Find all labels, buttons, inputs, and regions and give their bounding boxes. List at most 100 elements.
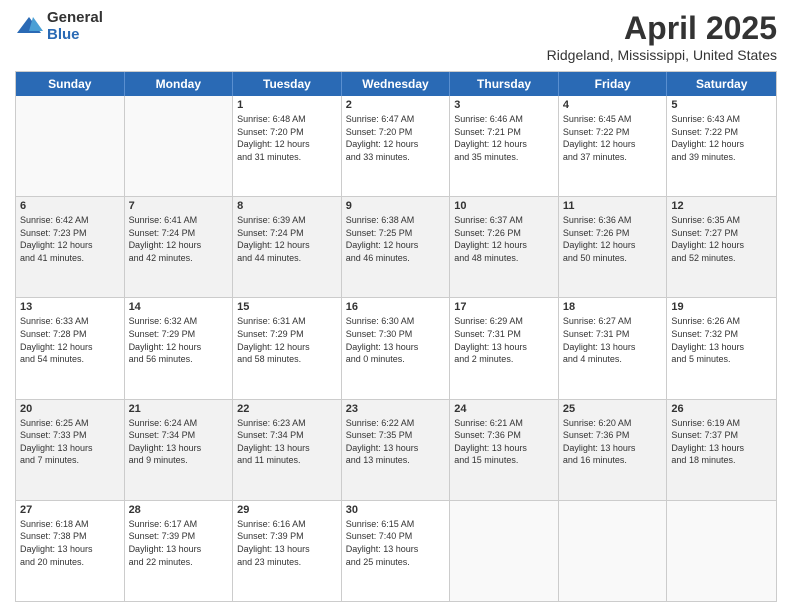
weekday-header-friday: Friday <box>559 72 668 96</box>
logo-blue-text: Blue <box>47 27 103 44</box>
day-info-2: Sunrise: 6:47 AM Sunset: 7:20 PM Dayligh… <box>346 113 446 163</box>
day-info-24: Sunrise: 6:21 AM Sunset: 7:36 PM Dayligh… <box>454 417 554 467</box>
day-info-12: Sunrise: 6:35 AM Sunset: 7:27 PM Dayligh… <box>671 214 772 264</box>
day-info-15: Sunrise: 6:31 AM Sunset: 7:29 PM Dayligh… <box>237 315 337 365</box>
day-number-23: 23 <box>346 403 446 415</box>
day-info-7: Sunrise: 6:41 AM Sunset: 7:24 PM Dayligh… <box>129 214 229 264</box>
day-cell-r2-c3: 16 Sunrise: 6:30 AM Sunset: 7:30 PM Dayli… <box>342 298 451 398</box>
day-number-6: 6 <box>20 200 120 212</box>
day-number-2: 2 <box>346 99 446 111</box>
weekday-header-monday: Monday <box>125 72 234 96</box>
day-info-10: Sunrise: 6:37 AM Sunset: 7:26 PM Dayligh… <box>454 214 554 264</box>
day-cell-r1-c1: 7 Sunrise: 6:41 AM Sunset: 7:24 PM Daylig… <box>125 197 234 297</box>
day-info-22: Sunrise: 6:23 AM Sunset: 7:34 PM Dayligh… <box>237 417 337 467</box>
day-info-11: Sunrise: 6:36 AM Sunset: 7:26 PM Dayligh… <box>563 214 663 264</box>
day-number-19: 19 <box>671 301 772 313</box>
day-cell-r4-c6 <box>667 501 776 601</box>
title-month: April 2025 <box>547 10 777 47</box>
day-number-13: 13 <box>20 301 120 313</box>
day-info-28: Sunrise: 6:17 AM Sunset: 7:39 PM Dayligh… <box>129 518 229 568</box>
day-cell-r1-c0: 6 Sunrise: 6:42 AM Sunset: 7:23 PM Daylig… <box>16 197 125 297</box>
day-info-17: Sunrise: 6:29 AM Sunset: 7:31 PM Dayligh… <box>454 315 554 365</box>
day-cell-r0-c1 <box>125 96 234 196</box>
day-cell-r2-c1: 14Sunrise: 6:32 AM Sunset: 7:29 PM Dayli… <box>125 298 234 398</box>
day-info-9: Sunrise: 6:38 AM Sunset: 7:25 PM Dayligh… <box>346 214 446 264</box>
weekday-header-tuesday: Tuesday <box>233 72 342 96</box>
day-number-30: 30 <box>346 504 446 516</box>
day-cell-r2-c6: 19Sunrise: 6:26 AM Sunset: 7:32 PM Dayli… <box>667 298 776 398</box>
day-number-5: 5 <box>671 99 772 111</box>
day-cell-r4-c5 <box>559 501 668 601</box>
day-info-3: Sunrise: 6:46 AM Sunset: 7:21 PM Dayligh… <box>454 113 554 163</box>
title-section: April 2025 Ridgeland, Mississippi, Unite… <box>547 10 777 63</box>
day-cell-r4-c0: 27Sunrise: 6:18 AM Sunset: 7:38 PM Dayli… <box>16 501 125 601</box>
day-number-24: 24 <box>454 403 554 415</box>
day-cell-r3-c0: 20 Sunrise: 6:25 AM Sunset: 7:33 PM Dayli… <box>16 400 125 500</box>
day-cell-r4-c4 <box>450 501 559 601</box>
day-info-18: Sunrise: 6:27 AM Sunset: 7:31 PM Dayligh… <box>563 315 663 365</box>
calendar-row-2: 13Sunrise: 6:33 AM Sunset: 7:28 PM Dayli… <box>16 297 776 398</box>
calendar: SundayMondayTuesdayWednesdayThursdayFrid… <box>15 71 777 602</box>
day-number-25: 25 <box>563 403 663 415</box>
day-info-23: Sunrise: 6:22 AM Sunset: 7:35 PM Dayligh… <box>346 417 446 467</box>
logo-icon <box>15 13 43 41</box>
day-number-29: 29 <box>237 504 337 516</box>
day-cell-r3-c6: 26Sunrise: 6:19 AM Sunset: 7:37 PM Dayli… <box>667 400 776 500</box>
day-number-1: 1 <box>237 99 337 111</box>
day-cell-r1-c2: 8Sunrise: 6:39 AM Sunset: 7:24 PM Daylig… <box>233 197 342 297</box>
day-info-30: Sunrise: 6:15 AM Sunset: 7:40 PM Dayligh… <box>346 518 446 568</box>
day-number-14: 14 <box>129 301 229 313</box>
day-info-21: Sunrise: 6:24 AM Sunset: 7:34 PM Dayligh… <box>129 417 229 467</box>
title-location: Ridgeland, Mississippi, United States <box>547 47 777 63</box>
day-cell-r3-c1: 21 Sunrise: 6:24 AM Sunset: 7:34 PM Dayli… <box>125 400 234 500</box>
weekday-header-thursday: Thursday <box>450 72 559 96</box>
day-info-1: Sunrise: 6:48 AM Sunset: 7:20 PM Dayligh… <box>237 113 337 163</box>
day-cell-r1-c4: 10 Sunrise: 6:37 AM Sunset: 7:26 PM Dayli… <box>450 197 559 297</box>
calendar-row-4: 27Sunrise: 6:18 AM Sunset: 7:38 PM Dayli… <box>16 500 776 601</box>
day-number-3: 3 <box>454 99 554 111</box>
day-number-20: 20 <box>20 403 120 415</box>
day-info-25: Sunrise: 6:20 AM Sunset: 7:36 PM Dayligh… <box>563 417 663 467</box>
weekday-header-wednesday: Wednesday <box>342 72 451 96</box>
day-cell-r4-c1: 28 Sunrise: 6:17 AM Sunset: 7:39 PM Dayli… <box>125 501 234 601</box>
day-cell-r1-c5: 11 Sunrise: 6:36 AM Sunset: 7:26 PM Dayli… <box>559 197 668 297</box>
day-number-18: 18 <box>563 301 663 313</box>
calendar-row-3: 20 Sunrise: 6:25 AM Sunset: 7:33 PM Dayli… <box>16 399 776 500</box>
day-cell-r2-c5: 18 Sunrise: 6:27 AM Sunset: 7:31 PM Dayli… <box>559 298 668 398</box>
day-number-16: 16 <box>346 301 446 313</box>
day-cell-r0-c2: 1 Sunrise: 6:48 AM Sunset: 7:20 PM Daylig… <box>233 96 342 196</box>
day-cell-r4-c2: 29 Sunrise: 6:16 AM Sunset: 7:39 PM Dayli… <box>233 501 342 601</box>
day-info-20: Sunrise: 6:25 AM Sunset: 7:33 PM Dayligh… <box>20 417 120 467</box>
day-cell-r1-c3: 9 Sunrise: 6:38 AM Sunset: 7:25 PM Daylig… <box>342 197 451 297</box>
day-cell-r2-c0: 13Sunrise: 6:33 AM Sunset: 7:28 PM Dayli… <box>16 298 125 398</box>
weekday-header-sunday: Sunday <box>16 72 125 96</box>
day-cell-r0-c4: 3 Sunrise: 6:46 AM Sunset: 7:21 PM Daylig… <box>450 96 559 196</box>
logo-text: General Blue <box>47 10 103 43</box>
day-cell-r1-c6: 12 Sunrise: 6:35 AM Sunset: 7:27 PM Dayli… <box>667 197 776 297</box>
day-cell-r3-c3: 23 Sunrise: 6:22 AM Sunset: 7:35 PM Dayli… <box>342 400 451 500</box>
day-number-10: 10 <box>454 200 554 212</box>
day-number-9: 9 <box>346 200 446 212</box>
day-cell-r0-c3: 2 Sunrise: 6:47 AM Sunset: 7:20 PM Daylig… <box>342 96 451 196</box>
day-info-4: Sunrise: 6:45 AM Sunset: 7:22 PM Dayligh… <box>563 113 663 163</box>
calendar-header: SundayMondayTuesdayWednesdayThursdayFrid… <box>16 72 776 96</box>
weekday-header-saturday: Saturday <box>667 72 776 96</box>
day-cell-r3-c2: 22Sunrise: 6:23 AM Sunset: 7:34 PM Dayli… <box>233 400 342 500</box>
day-cell-r0-c6: 5Sunrise: 6:43 AM Sunset: 7:22 PM Daylig… <box>667 96 776 196</box>
day-number-4: 4 <box>563 99 663 111</box>
day-info-29: Sunrise: 6:16 AM Sunset: 7:39 PM Dayligh… <box>237 518 337 568</box>
day-cell-r3-c5: 25 Sunrise: 6:20 AM Sunset: 7:36 PM Dayli… <box>559 400 668 500</box>
day-number-12: 12 <box>671 200 772 212</box>
calendar-row-0: 1 Sunrise: 6:48 AM Sunset: 7:20 PM Daylig… <box>16 96 776 196</box>
logo: General Blue <box>15 10 103 43</box>
day-info-6: Sunrise: 6:42 AM Sunset: 7:23 PM Dayligh… <box>20 214 120 264</box>
day-number-11: 11 <box>563 200 663 212</box>
day-number-7: 7 <box>129 200 229 212</box>
day-info-8: Sunrise: 6:39 AM Sunset: 7:24 PM Dayligh… <box>237 214 337 264</box>
day-number-17: 17 <box>454 301 554 313</box>
header: General Blue April 2025 Ridgeland, Missi… <box>15 10 777 63</box>
day-number-21: 21 <box>129 403 229 415</box>
day-number-28: 28 <box>129 504 229 516</box>
day-info-16: Sunrise: 6:30 AM Sunset: 7:30 PM Dayligh… <box>346 315 446 365</box>
logo-general-text: General <box>47 10 103 27</box>
